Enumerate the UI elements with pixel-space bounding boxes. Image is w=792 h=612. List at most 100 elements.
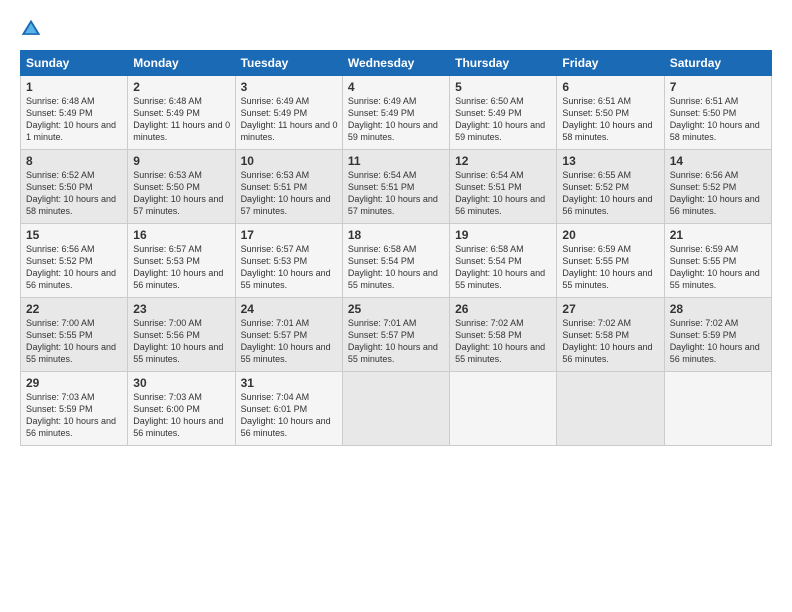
day-cell: 12Sunrise: 6:54 AMSunset: 5:51 PMDayligh… <box>450 150 557 224</box>
day-cell: 30Sunrise: 7:03 AMSunset: 6:00 PMDayligh… <box>128 372 235 446</box>
day-cell: 23Sunrise: 7:00 AMSunset: 5:56 PMDayligh… <box>128 298 235 372</box>
cell-info: Sunrise: 6:59 AMSunset: 5:55 PMDaylight:… <box>670 243 767 292</box>
day-cell: 11Sunrise: 6:54 AMSunset: 5:51 PMDayligh… <box>342 150 449 224</box>
cell-info: Sunrise: 6:49 AMSunset: 5:49 PMDaylight:… <box>348 95 445 144</box>
day-cell: 5Sunrise: 6:50 AMSunset: 5:49 PMDaylight… <box>450 76 557 150</box>
day-number: 19 <box>455 228 552 242</box>
cell-info: Sunrise: 6:51 AMSunset: 5:50 PMDaylight:… <box>562 95 659 144</box>
day-number: 17 <box>241 228 338 242</box>
week-row-2: 8Sunrise: 6:52 AMSunset: 5:50 PMDaylight… <box>21 150 772 224</box>
day-number: 24 <box>241 302 338 316</box>
col-wednesday: Wednesday <box>342 51 449 76</box>
page: Sunday Monday Tuesday Wednesday Thursday… <box>0 0 792 612</box>
day-cell: 22Sunrise: 7:00 AMSunset: 5:55 PMDayligh… <box>21 298 128 372</box>
day-number: 22 <box>26 302 123 316</box>
cell-info: Sunrise: 7:03 AMSunset: 6:00 PMDaylight:… <box>133 391 230 440</box>
day-number: 30 <box>133 376 230 390</box>
day-cell: 8Sunrise: 6:52 AMSunset: 5:50 PMDaylight… <box>21 150 128 224</box>
day-cell: 13Sunrise: 6:55 AMSunset: 5:52 PMDayligh… <box>557 150 664 224</box>
header-row: Sunday Monday Tuesday Wednesday Thursday… <box>21 51 772 76</box>
day-number: 15 <box>26 228 123 242</box>
day-cell: 29Sunrise: 7:03 AMSunset: 5:59 PMDayligh… <box>21 372 128 446</box>
cell-info: Sunrise: 6:52 AMSunset: 5:50 PMDaylight:… <box>26 169 123 218</box>
cell-info: Sunrise: 7:00 AMSunset: 5:56 PMDaylight:… <box>133 317 230 366</box>
day-cell: 26Sunrise: 7:02 AMSunset: 5:58 PMDayligh… <box>450 298 557 372</box>
cell-info: Sunrise: 6:54 AMSunset: 5:51 PMDaylight:… <box>455 169 552 218</box>
cell-info: Sunrise: 6:50 AMSunset: 5:49 PMDaylight:… <box>455 95 552 144</box>
logo-icon <box>20 18 42 40</box>
day-cell <box>557 372 664 446</box>
day-cell <box>664 372 771 446</box>
day-cell: 14Sunrise: 6:56 AMSunset: 5:52 PMDayligh… <box>664 150 771 224</box>
day-number: 1 <box>26 80 123 94</box>
cell-info: Sunrise: 7:02 AMSunset: 5:59 PMDaylight:… <box>670 317 767 366</box>
day-number: 12 <box>455 154 552 168</box>
cell-info: Sunrise: 6:48 AMSunset: 5:49 PMDaylight:… <box>133 95 230 144</box>
day-number: 31 <box>241 376 338 390</box>
cell-info: Sunrise: 6:48 AMSunset: 5:49 PMDaylight:… <box>26 95 123 144</box>
cell-info: Sunrise: 7:04 AMSunset: 6:01 PMDaylight:… <box>241 391 338 440</box>
cell-info: Sunrise: 7:02 AMSunset: 5:58 PMDaylight:… <box>455 317 552 366</box>
day-number: 21 <box>670 228 767 242</box>
day-number: 7 <box>670 80 767 94</box>
week-row-1: 1Sunrise: 6:48 AMSunset: 5:49 PMDaylight… <box>21 76 772 150</box>
day-cell: 25Sunrise: 7:01 AMSunset: 5:57 PMDayligh… <box>342 298 449 372</box>
day-number: 26 <box>455 302 552 316</box>
col-thursday: Thursday <box>450 51 557 76</box>
cell-info: Sunrise: 7:03 AMSunset: 5:59 PMDaylight:… <box>26 391 123 440</box>
day-cell: 20Sunrise: 6:59 AMSunset: 5:55 PMDayligh… <box>557 224 664 298</box>
day-number: 16 <box>133 228 230 242</box>
cell-info: Sunrise: 6:56 AMSunset: 5:52 PMDaylight:… <box>670 169 767 218</box>
day-number: 25 <box>348 302 445 316</box>
cell-info: Sunrise: 6:57 AMSunset: 5:53 PMDaylight:… <box>241 243 338 292</box>
day-number: 8 <box>26 154 123 168</box>
col-sunday: Sunday <box>21 51 128 76</box>
logo <box>20 18 46 40</box>
day-number: 13 <box>562 154 659 168</box>
day-number: 28 <box>670 302 767 316</box>
cell-info: Sunrise: 6:49 AMSunset: 5:49 PMDaylight:… <box>241 95 338 144</box>
day-cell: 7Sunrise: 6:51 AMSunset: 5:50 PMDaylight… <box>664 76 771 150</box>
day-cell: 16Sunrise: 6:57 AMSunset: 5:53 PMDayligh… <box>128 224 235 298</box>
day-number: 3 <box>241 80 338 94</box>
day-cell: 19Sunrise: 6:58 AMSunset: 5:54 PMDayligh… <box>450 224 557 298</box>
col-saturday: Saturday <box>664 51 771 76</box>
cell-info: Sunrise: 6:51 AMSunset: 5:50 PMDaylight:… <box>670 95 767 144</box>
calendar-table: Sunday Monday Tuesday Wednesday Thursday… <box>20 50 772 446</box>
day-number: 9 <box>133 154 230 168</box>
day-cell: 24Sunrise: 7:01 AMSunset: 5:57 PMDayligh… <box>235 298 342 372</box>
day-number: 27 <box>562 302 659 316</box>
week-row-3: 15Sunrise: 6:56 AMSunset: 5:52 PMDayligh… <box>21 224 772 298</box>
cell-info: Sunrise: 7:02 AMSunset: 5:58 PMDaylight:… <box>562 317 659 366</box>
day-cell: 15Sunrise: 6:56 AMSunset: 5:52 PMDayligh… <box>21 224 128 298</box>
col-monday: Monday <box>128 51 235 76</box>
day-cell: 6Sunrise: 6:51 AMSunset: 5:50 PMDaylight… <box>557 76 664 150</box>
day-cell: 28Sunrise: 7:02 AMSunset: 5:59 PMDayligh… <box>664 298 771 372</box>
cell-info: Sunrise: 7:01 AMSunset: 5:57 PMDaylight:… <box>241 317 338 366</box>
day-number: 29 <box>26 376 123 390</box>
day-cell: 10Sunrise: 6:53 AMSunset: 5:51 PMDayligh… <box>235 150 342 224</box>
day-cell: 31Sunrise: 7:04 AMSunset: 6:01 PMDayligh… <box>235 372 342 446</box>
col-tuesday: Tuesday <box>235 51 342 76</box>
col-friday: Friday <box>557 51 664 76</box>
cell-info: Sunrise: 7:00 AMSunset: 5:55 PMDaylight:… <box>26 317 123 366</box>
day-cell: 18Sunrise: 6:58 AMSunset: 5:54 PMDayligh… <box>342 224 449 298</box>
day-cell <box>342 372 449 446</box>
day-cell: 3Sunrise: 6:49 AMSunset: 5:49 PMDaylight… <box>235 76 342 150</box>
cell-info: Sunrise: 6:58 AMSunset: 5:54 PMDaylight:… <box>348 243 445 292</box>
day-number: 5 <box>455 80 552 94</box>
cell-info: Sunrise: 6:57 AMSunset: 5:53 PMDaylight:… <box>133 243 230 292</box>
day-cell: 2Sunrise: 6:48 AMSunset: 5:49 PMDaylight… <box>128 76 235 150</box>
day-number: 4 <box>348 80 445 94</box>
cell-info: Sunrise: 6:58 AMSunset: 5:54 PMDaylight:… <box>455 243 552 292</box>
cell-info: Sunrise: 6:53 AMSunset: 5:51 PMDaylight:… <box>241 169 338 218</box>
cell-info: Sunrise: 6:55 AMSunset: 5:52 PMDaylight:… <box>562 169 659 218</box>
week-row-5: 29Sunrise: 7:03 AMSunset: 5:59 PMDayligh… <box>21 372 772 446</box>
cell-info: Sunrise: 7:01 AMSunset: 5:57 PMDaylight:… <box>348 317 445 366</box>
day-number: 18 <box>348 228 445 242</box>
day-number: 11 <box>348 154 445 168</box>
day-cell: 27Sunrise: 7:02 AMSunset: 5:58 PMDayligh… <box>557 298 664 372</box>
day-cell: 1Sunrise: 6:48 AMSunset: 5:49 PMDaylight… <box>21 76 128 150</box>
day-cell: 4Sunrise: 6:49 AMSunset: 5:49 PMDaylight… <box>342 76 449 150</box>
day-cell <box>450 372 557 446</box>
